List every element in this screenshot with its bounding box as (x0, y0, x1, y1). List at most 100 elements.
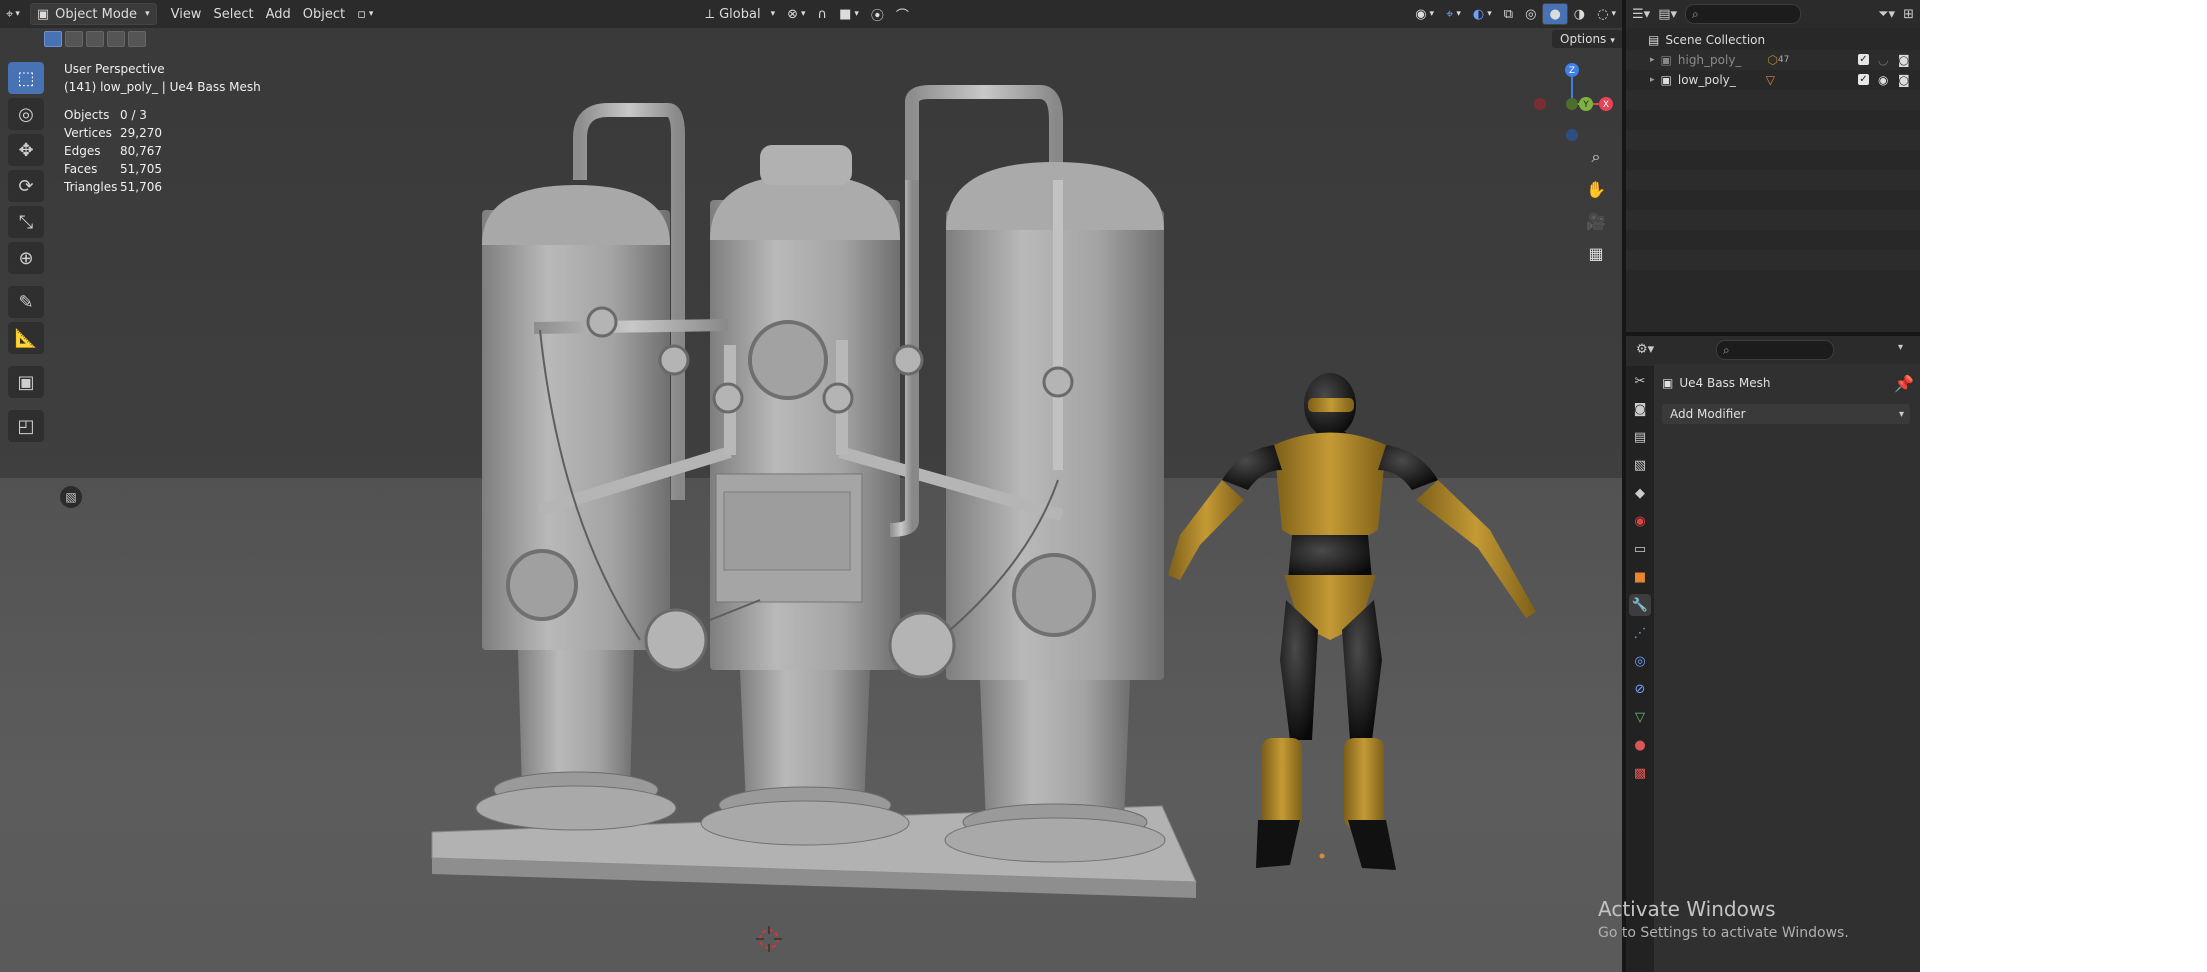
snap-target-dropdown[interactable]: ■ ▾ (833, 4, 865, 24)
annotate-tool[interactable]: ✎ (8, 286, 44, 318)
orientation-label: Global (719, 6, 761, 22)
mode-dropdown[interactable]: ▣ Object Mode ▾ (29, 3, 157, 25)
editor-type-icon: ⌖ (6, 6, 14, 22)
shading-wireframe[interactable]: ◎ (1519, 4, 1542, 24)
xray-toggle[interactable]: ⧉ (1498, 4, 1519, 24)
rotate-tool[interactable]: ⟳ (8, 170, 44, 202)
scene-collection-row[interactable]: ▤ Scene Collection (1626, 30, 1920, 50)
select-subtract-icon[interactable] (86, 31, 104, 47)
select-invert-icon[interactable] (128, 31, 146, 47)
overlay-toggle[interactable]: ◐ ▾ (1467, 4, 1498, 24)
viewport-header: ⌖ ▾ ▣ Object Mode ▾ View Select Add Objec… (0, 0, 1622, 28)
menu-add[interactable]: Add (260, 4, 297, 24)
outliner-item-high-poly[interactable]: ▸ ▣ high_poly_ ⬡ 47 ✓ ◡ ◙ (1626, 50, 1920, 70)
expand-arrow-icon[interactable]: ▸ (1650, 55, 1655, 65)
scale-tool[interactable]: ⤡ (8, 206, 44, 238)
select-box-tool[interactable]: ⬚ (8, 62, 44, 94)
empty-object-icon[interactable]: ▧ (60, 486, 82, 508)
pan-button[interactable]: ✋ (1582, 177, 1610, 201)
move-tool[interactable]: ✥ (8, 134, 44, 166)
properties-search-input[interactable]: ⌕ (1716, 340, 1834, 360)
camera-view-button[interactable]: 🎥 (1582, 209, 1610, 233)
world-icon: ◉ (1634, 513, 1646, 529)
gizmo-toggle[interactable]: ⌖ ▾ (1440, 4, 1467, 24)
add-modifier-label: Add Modifier (1670, 407, 1746, 421)
panel-options-arrow[interactable]: ▾ (1898, 342, 1903, 353)
item-count: 47 (1777, 55, 1790, 65)
tab-modifiers[interactable]: 🔧 (1629, 594, 1651, 616)
select-new-icon[interactable] (44, 31, 62, 47)
select-extend-icon[interactable] (65, 31, 83, 47)
menu-select[interactable]: Select (207, 4, 259, 24)
add-modifier-dropdown[interactable]: Add Modifier ▾ (1662, 404, 1910, 424)
view-name: User Perspective (64, 62, 165, 76)
active-object-label: (141) low_poly_ | Ue4 Bass Mesh (64, 80, 261, 94)
falloff-icon: ⌒ (895, 8, 909, 24)
snap-toggle[interactable]: ∩ (812, 4, 834, 24)
tab-physics[interactable]: ◎ (1629, 650, 1651, 672)
add-cube-tool[interactable]: ▣ (8, 366, 44, 398)
extra-tool[interactable]: ◰ (8, 410, 44, 442)
tab-collection[interactable]: ▭ (1629, 538, 1651, 560)
3d-cursor[interactable] (756, 926, 782, 952)
outliner-empty-row (1626, 230, 1920, 250)
exclude-checkbox[interactable]: ✓ (1858, 54, 1869, 65)
filter-icon[interactable]: ⏷▾ (1878, 7, 1895, 22)
outliner-empty-row (1626, 270, 1920, 290)
tab-world[interactable]: ◉ (1629, 510, 1651, 532)
tab-render[interactable]: ◙ (1629, 398, 1651, 420)
tab-tool[interactable]: ✂ (1629, 370, 1651, 392)
search-icon: ⌕ (1723, 342, 1730, 357)
tab-view-layer[interactable]: ▧ (1629, 454, 1651, 476)
pivot-point-dropdown[interactable]: ⊗ ▾ (781, 4, 811, 24)
expand-arrow-icon[interactable]: ▸ (1650, 75, 1655, 85)
scene-statistics: Objects 0 / 3 Vertices 29,270 Edges 80,767 … (64, 106, 162, 196)
cursor-tool[interactable]: ◎ (8, 98, 44, 130)
tab-constraints[interactable]: ⊘ (1629, 678, 1651, 700)
outliner-empty-row (1626, 150, 1920, 170)
menu-view[interactable]: View (165, 4, 208, 24)
tab-particles[interactable]: ⋰ (1629, 622, 1651, 644)
render-camera-icon[interactable]: ◙ (1898, 53, 1910, 67)
tab-scene[interactable]: ◆ (1629, 482, 1651, 504)
tab-object[interactable]: ■ (1629, 566, 1651, 588)
editor-type-button[interactable]: ⌖ ▾ (0, 4, 26, 24)
navigation-gizmo[interactable]: Z X Y (1532, 60, 1622, 150)
properties-editor-icon[interactable]: ⚙▾ (1636, 342, 1654, 357)
menu-object[interactable]: Object (297, 4, 351, 24)
hidden-eye-icon[interactable]: ◡ (1878, 53, 1888, 67)
tab-data[interactable]: ▽ (1629, 706, 1651, 728)
select-intersect-icon[interactable] (107, 31, 125, 47)
3d-viewport[interactable]: ⌖ ▾ ▣ Object Mode ▾ View Select Add Objec… (0, 0, 1622, 972)
visibility-dropdown[interactable]: ◉ ▾ (1409, 4, 1440, 24)
measure-tool[interactable]: 📐 (8, 322, 44, 354)
exclude-checkbox[interactable]: ✓ (1858, 74, 1869, 85)
shading-solid[interactable]: ● (1542, 3, 1568, 25)
display-mode-icon[interactable]: ▤▾ (1658, 7, 1677, 22)
new-collection-icon[interactable]: ⊞ (1903, 7, 1914, 22)
shading-rendered[interactable]: ◌ ▾ (1591, 4, 1622, 24)
gpencil-dropdown[interactable]: ▫ ▾ (351, 4, 379, 24)
mesh-data-icon: ⬡ (1767, 53, 1778, 67)
ortho-toggle-button[interactable]: ▦ (1582, 241, 1610, 265)
falloff-dropdown[interactable]: ⌒ (890, 4, 915, 24)
tab-texture[interactable]: ▩ (1629, 762, 1651, 784)
pin-icon[interactable]: 📌 (1894, 374, 1914, 393)
options-dropdown[interactable]: Options ▾ (1552, 30, 1622, 48)
zoom-button[interactable]: ⌕ (1582, 145, 1610, 169)
outliner-editor-icon[interactable]: ☰▾ (1632, 7, 1650, 22)
outliner-header: ☰▾ ▤▾ ⌕ ⏷▾ ⊞ (1626, 0, 1920, 28)
shading-material[interactable]: ◑ (1568, 4, 1591, 24)
eye-icon[interactable]: ◉ (1878, 73, 1888, 87)
outliner-search-input[interactable]: ⌕ (1685, 4, 1801, 24)
render-camera-icon[interactable]: ◙ (1898, 73, 1910, 87)
transform-tool[interactable]: ⊕ (8, 242, 44, 274)
properties-content: ▣ Ue4 Bass Mesh 📌 Add Modifier ▾ (1654, 364, 1920, 972)
transform-icon: ⊕ (18, 247, 34, 269)
layers-icon: ▧ (1633, 457, 1647, 473)
outliner-item-low-poly[interactable]: ▸ ▣ low_poly_ ▽ ✓ ◉ ◙ (1626, 70, 1920, 90)
tab-output[interactable]: ▤ (1629, 426, 1651, 448)
tab-material[interactable]: ● (1629, 734, 1651, 756)
proportional-edit-toggle[interactable]: ⦿ (865, 4, 890, 24)
transform-orientation-dropdown[interactable]: ⟂ Global ▾ (699, 4, 781, 24)
